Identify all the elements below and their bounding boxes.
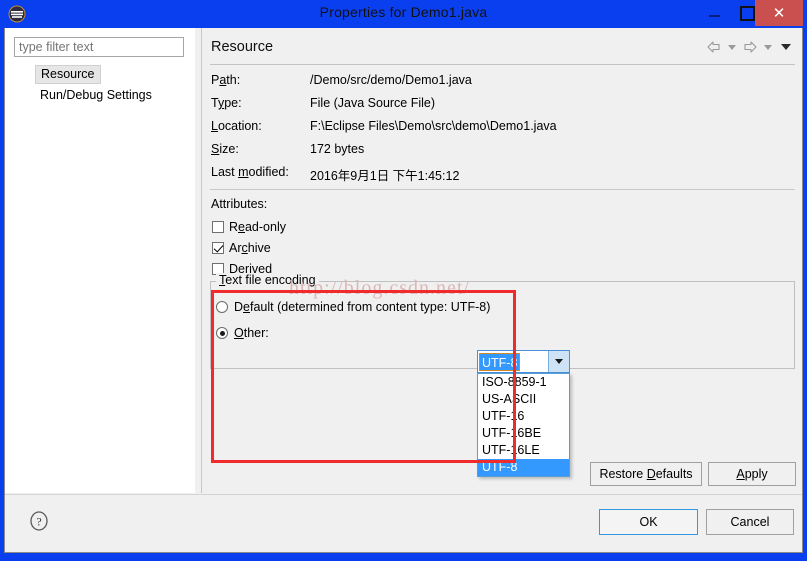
- close-button[interactable]: ✕: [755, 0, 803, 26]
- checkbox-archive[interactable]: Archive: [212, 239, 271, 257]
- encoding-dropdown-list[interactable]: ISO-8859-1 US-ASCII UTF-16 UTF-16BE UTF-…: [477, 373, 570, 477]
- attributes-divider: [210, 189, 795, 190]
- page-nav-toolbar: [706, 40, 794, 54]
- resource-page: Resource Path: /Demo/src/demo/Demo1.java: [201, 28, 802, 493]
- close-icon: ✕: [772, 4, 786, 22]
- apply-button[interactable]: Apply: [708, 462, 796, 486]
- checkbox-label: Read-only: [229, 220, 286, 234]
- title-divider: [210, 64, 795, 65]
- text-file-encoding-legend: Text file encoding: [216, 273, 319, 287]
- sidebar-item-label: Run/Debug Settings: [40, 88, 152, 102]
- checkbox-checked-icon[interactable]: [212, 242, 224, 254]
- property-value: F:\Eclipse Files\Demo\src\demo\Demo1.jav…: [310, 119, 557, 133]
- encoding-combobox-value[interactable]: UTF-8: [479, 353, 521, 371]
- help-icon[interactable]: ?: [29, 511, 49, 531]
- maximize-icon: [739, 5, 755, 21]
- view-menu-chevron-down-icon[interactable]: [781, 44, 791, 50]
- property-label: Type:: [211, 96, 242, 110]
- window-title: Properties for Demo1.java: [319, 4, 488, 20]
- settings-tree-panel: Resource Run/Debug Settings: [5, 28, 195, 493]
- radio-label: Other:: [234, 326, 269, 340]
- encoding-combobox-toggle[interactable]: [548, 351, 569, 372]
- property-value: File (Java Source File): [310, 96, 436, 110]
- back-menu-chevron-down-icon[interactable]: [728, 44, 736, 50]
- restore-defaults-button[interactable]: Restore Defaults: [590, 462, 702, 486]
- radio-label: Default (determined from content type: U…: [234, 300, 491, 314]
- chevron-down-icon: [555, 359, 563, 364]
- property-value: 2016年9月1日 下午1:45:12: [310, 169, 460, 183]
- dropdown-option-iso-8859-1[interactable]: ISO-8859-1: [478, 374, 569, 391]
- checkbox-icon[interactable]: [212, 221, 224, 233]
- property-value: /Demo/src/demo/Demo1.java: [310, 73, 472, 87]
- sidebar-item-run-debug-settings[interactable]: Run/Debug Settings: [35, 86, 157, 104]
- property-label: Last modified:: [211, 165, 289, 179]
- dropdown-option-utf-8[interactable]: UTF-8: [478, 459, 569, 476]
- radio-selected-icon[interactable]: [216, 327, 228, 339]
- page-title: Resource: [211, 39, 274, 55]
- property-label: Path:: [211, 73, 241, 87]
- minimize-icon: [708, 15, 720, 17]
- checkbox-read-only[interactable]: Read-only: [212, 218, 286, 236]
- checkbox-label: Archive: [229, 241, 271, 255]
- radio-icon[interactable]: [216, 301, 228, 313]
- property-value: 172 bytes: [310, 142, 365, 156]
- svg-text:?: ?: [36, 515, 41, 529]
- dropdown-option-us-ascii[interactable]: US-ASCII: [478, 391, 569, 408]
- restore-defaults-label: Restore Defaults: [599, 467, 693, 481]
- back-arrow-icon[interactable]: [706, 40, 722, 54]
- sidebar-item-resource[interactable]: Resource: [35, 65, 101, 84]
- attributes-label: Attributes:: [211, 197, 268, 211]
- cancel-button[interactable]: Cancel: [706, 509, 794, 535]
- property-label: Size:: [211, 142, 239, 156]
- sidebar-item-label: Resource: [41, 67, 95, 81]
- ok-button[interactable]: OK: [599, 509, 698, 535]
- property-label: Location:: [211, 119, 262, 133]
- forward-menu-chevron-down-icon[interactable]: [764, 44, 772, 50]
- title-bar[interactable]: Properties for Demo1.java ✕: [0, 0, 807, 28]
- dialog-button-bar: ? OK Cancel: [5, 494, 802, 552]
- properties-dialog-window: Properties for Demo1.java ✕ Resource Run…: [0, 0, 807, 561]
- apply-label: Apply: [736, 467, 768, 481]
- radio-encoding-default[interactable]: Default (determined from content type: U…: [216, 298, 490, 316]
- dropdown-option-utf-16le[interactable]: UTF-16LE: [478, 442, 569, 459]
- dropdown-option-utf-16[interactable]: UTF-16: [478, 408, 569, 425]
- radio-encoding-other[interactable]: Other:: [216, 324, 269, 342]
- minimize-button[interactable]: [700, 0, 728, 26]
- filter-input[interactable]: [14, 37, 184, 57]
- dialog-body: Resource Run/Debug Settings Resource: [4, 28, 803, 553]
- encoding-combobox[interactable]: UTF-8: [477, 350, 570, 373]
- forward-arrow-icon[interactable]: [742, 40, 758, 54]
- dropdown-option-utf-16be[interactable]: UTF-16BE: [478, 425, 569, 442]
